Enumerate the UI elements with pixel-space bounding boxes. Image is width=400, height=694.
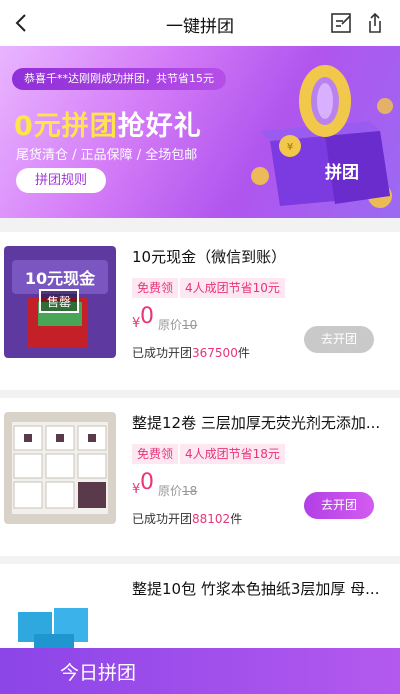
headline-rest: 抢好礼 xyxy=(117,111,202,142)
sold-prefix: 已成功开团 xyxy=(132,512,193,526)
start-group-button[interactable]: 去开团 xyxy=(304,326,374,353)
save-tag: 4人成团节省18元 xyxy=(180,444,285,464)
share-icon[interactable] xyxy=(362,10,388,36)
original-price: 原价10 xyxy=(158,316,197,333)
product-name: 整提12卷 三层加厚无荧光剂无添加... xyxy=(132,414,381,432)
edit-note-icon[interactable] xyxy=(328,10,354,36)
original-price: 原价18 xyxy=(158,482,197,499)
product-name: 整提10包 竹浆本色抽纸3层加厚 母... xyxy=(132,580,380,598)
promo-banner[interactable]: 恭喜千**达刚刚成功拼团，共节省15元 0元拼团抢好礼 尾货清仓 / 正品保障 … xyxy=(0,46,400,218)
hero-badge-text: 拼团 xyxy=(325,162,359,183)
price: 0 xyxy=(140,304,154,329)
sold-count: 已成功开团367500件 xyxy=(132,344,250,361)
banner-headline: 0元拼团抢好礼 xyxy=(14,104,202,143)
original-price-value: 18 xyxy=(182,484,198,498)
svg-text:¥: ¥ xyxy=(287,142,293,153)
sold-suffix: 件 xyxy=(237,346,250,360)
free-tag: 免费领 xyxy=(132,278,179,298)
save-tag: 4人成团节省10元 xyxy=(180,278,285,298)
price: 0 xyxy=(140,470,154,495)
free-tag: 免费领 xyxy=(132,444,179,464)
app-screen: 一键拼团 恭喜千**达刚刚成功拼团，共节省15元 0元拼团抢好礼 尾货清仓 / … xyxy=(0,0,400,694)
thumb-label: 10元现金 xyxy=(25,269,96,288)
product-image xyxy=(4,412,116,524)
original-price-label: 原价 xyxy=(158,484,183,498)
gift-box-illustration: ¥ 拼团 xyxy=(251,65,393,208)
headline-highlight: 0元拼团 xyxy=(14,111,118,142)
today-group-label: 今日拼团 xyxy=(60,662,137,684)
today-group-bar[interactable]: 今日拼团 xyxy=(0,648,400,694)
product-image: 10元现金 售罄 xyxy=(4,246,116,358)
original-price-value: 10 xyxy=(182,318,198,332)
original-price-label: 原价 xyxy=(158,318,183,332)
sold-suffix: 件 xyxy=(230,512,243,526)
sold-out-badge: 售罄 xyxy=(47,294,71,309)
sold-prefix: 已成功开团 xyxy=(132,346,193,360)
banner-tagline: 尾货清仓 / 正品保障 / 全场包邮 xyxy=(16,148,198,163)
product-card[interactable]: 10元现金 售罄 10元现金（微信到账） 免费领 4人成团节省10元 ¥ 0 原… xyxy=(0,232,400,390)
sold-count: 已成功开团88102件 xyxy=(132,510,242,527)
start-group-button[interactable]: 去开团 xyxy=(304,492,374,519)
top-bar: 一键拼团 xyxy=(0,0,400,46)
product-name: 10元现金（微信到账） xyxy=(132,248,287,266)
group-rules-button[interactable]: 拼团规则 xyxy=(16,168,106,193)
product-card[interactable]: 整提12卷 三层加厚无荧光剂无添加... 免费领 4人成团节省18元 ¥ 0 原… xyxy=(0,398,400,556)
sold-number: 88102 xyxy=(192,512,231,526)
success-notice: 恭喜千**达刚刚成功拼团，共节省15元 xyxy=(12,68,226,90)
sold-number: 367500 xyxy=(192,346,238,360)
